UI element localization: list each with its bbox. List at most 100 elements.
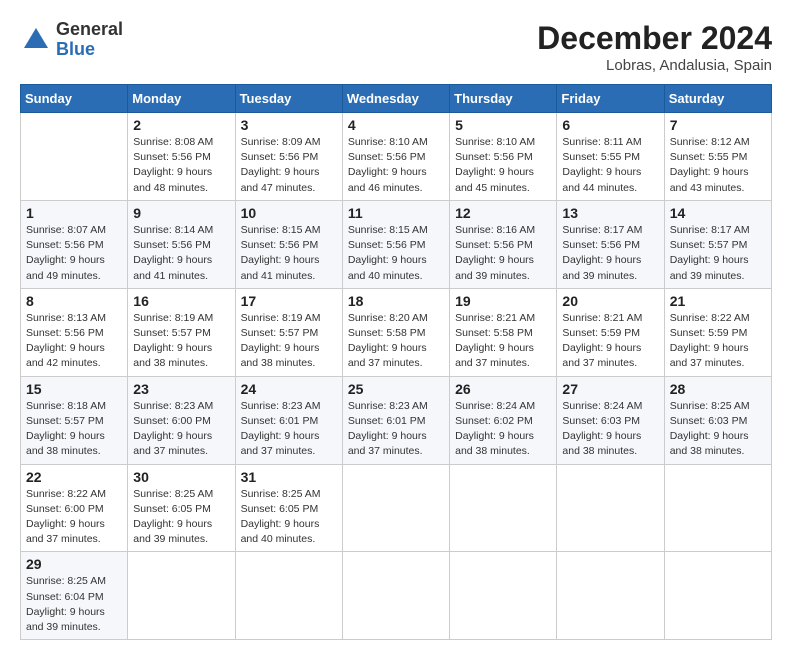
sunrise-text: Sunrise: 8:09 AM [241,136,321,148]
day-number: 5 [455,117,551,133]
day-info: Sunrise: 8:22 AM Sunset: 5:59 PM Dayligh… [670,311,766,372]
sunset-text: Sunset: 5:56 PM [562,239,640,251]
daylight-text: Daylight: 9 hours and 42 minutes. [26,342,105,369]
sunset-text: Sunset: 6:01 PM [241,415,319,427]
day-info: Sunrise: 8:10 AM Sunset: 5:56 PM Dayligh… [455,135,551,196]
table-row [557,552,664,640]
day-number: 12 [455,205,551,221]
table-row [342,464,449,552]
daylight-text: Daylight: 9 hours and 37 minutes. [455,342,534,369]
day-info: Sunrise: 8:20 AM Sunset: 5:58 PM Dayligh… [348,311,444,372]
day-info: Sunrise: 8:25 AM Sunset: 6:04 PM Dayligh… [26,574,122,635]
day-number: 24 [241,381,337,397]
day-info: Sunrise: 8:08 AM Sunset: 5:56 PM Dayligh… [133,135,229,196]
day-info: Sunrise: 8:19 AM Sunset: 5:57 PM Dayligh… [133,311,229,372]
sunrise-text: Sunrise: 8:24 AM [562,400,642,412]
day-number: 19 [455,293,551,309]
day-number: 17 [241,293,337,309]
table-row: 13 Sunrise: 8:17 AM Sunset: 5:56 PM Dayl… [557,200,664,288]
table-row: 14 Sunrise: 8:17 AM Sunset: 5:57 PM Dayl… [664,200,771,288]
daylight-text: Daylight: 9 hours and 37 minutes. [26,518,105,545]
sunset-text: Sunset: 5:56 PM [348,239,426,251]
table-row: 28 Sunrise: 8:25 AM Sunset: 6:03 PM Dayl… [664,376,771,464]
sunrise-text: Sunrise: 8:24 AM [455,400,535,412]
day-info: Sunrise: 8:23 AM Sunset: 6:01 PM Dayligh… [241,399,337,460]
daylight-text: Daylight: 9 hours and 40 minutes. [348,254,427,281]
sunset-text: Sunset: 6:03 PM [670,415,748,427]
table-row [664,464,771,552]
col-saturday: Saturday [664,85,771,113]
sunrise-text: Sunrise: 8:23 AM [241,400,321,412]
sunrise-text: Sunrise: 8:25 AM [133,488,213,500]
day-number: 27 [562,381,658,397]
sunset-text: Sunset: 5:55 PM [670,151,748,163]
sunset-text: Sunset: 5:57 PM [241,327,319,339]
daylight-text: Daylight: 9 hours and 38 minutes. [562,430,641,457]
day-info: Sunrise: 8:23 AM Sunset: 6:00 PM Dayligh… [133,399,229,460]
table-row: 27 Sunrise: 8:24 AM Sunset: 6:03 PM Dayl… [557,376,664,464]
table-row: 9 Sunrise: 8:14 AM Sunset: 5:56 PM Dayli… [128,200,235,288]
logo-text: General Blue [56,20,123,60]
day-number: 10 [241,205,337,221]
sunrise-text: Sunrise: 8:23 AM [348,400,428,412]
table-row: 22 Sunrise: 8:22 AM Sunset: 6:00 PM Dayl… [21,464,128,552]
table-row: 26 Sunrise: 8:24 AM Sunset: 6:02 PM Dayl… [450,376,557,464]
day-number: 11 [348,205,444,221]
sunrise-text: Sunrise: 8:12 AM [670,136,750,148]
daylight-text: Daylight: 9 hours and 45 minutes. [455,166,534,193]
sunrise-text: Sunrise: 8:25 AM [241,488,321,500]
table-row: 19 Sunrise: 8:21 AM Sunset: 5:58 PM Dayl… [450,288,557,376]
sunrise-text: Sunrise: 8:15 AM [348,224,428,236]
table-row: 15 Sunrise: 8:18 AM Sunset: 5:57 PM Dayl… [21,376,128,464]
table-row [450,552,557,640]
table-row: 12 Sunrise: 8:16 AM Sunset: 5:56 PM Dayl… [450,200,557,288]
table-row [128,552,235,640]
daylight-text: Daylight: 9 hours and 37 minutes. [348,430,427,457]
day-info: Sunrise: 8:24 AM Sunset: 6:03 PM Dayligh… [562,399,658,460]
daylight-text: Daylight: 9 hours and 48 minutes. [133,166,212,193]
day-number: 3 [241,117,337,133]
sunrise-text: Sunrise: 8:21 AM [562,312,642,324]
day-number: 1 [26,205,122,221]
table-row: 1 Sunrise: 8:07 AM Sunset: 5:56 PM Dayli… [21,200,128,288]
day-number: 23 [133,381,229,397]
daylight-text: Daylight: 9 hours and 39 minutes. [455,254,534,281]
day-number: 30 [133,469,229,485]
col-sunday: Sunday [21,85,128,113]
sunrise-text: Sunrise: 8:17 AM [670,224,750,236]
day-number: 29 [26,556,122,572]
sunrise-text: Sunrise: 8:25 AM [26,575,106,587]
daylight-text: Daylight: 9 hours and 47 minutes. [241,166,320,193]
sunset-text: Sunset: 5:57 PM [670,239,748,251]
table-row: 31 Sunrise: 8:25 AM Sunset: 6:05 PM Dayl… [235,464,342,552]
sunset-text: Sunset: 6:01 PM [348,415,426,427]
sunset-text: Sunset: 6:05 PM [241,503,319,515]
table-row [557,464,664,552]
day-number: 16 [133,293,229,309]
day-number: 20 [562,293,658,309]
table-row: 23 Sunrise: 8:23 AM Sunset: 6:00 PM Dayl… [128,376,235,464]
daylight-text: Daylight: 9 hours and 38 minutes. [455,430,534,457]
sunrise-text: Sunrise: 8:18 AM [26,400,106,412]
table-row: 20 Sunrise: 8:21 AM Sunset: 5:59 PM Dayl… [557,288,664,376]
sunset-text: Sunset: 5:56 PM [455,239,533,251]
month-year: December 2024 [537,20,772,57]
table-row: 18 Sunrise: 8:20 AM Sunset: 5:58 PM Dayl… [342,288,449,376]
col-wednesday: Wednesday [342,85,449,113]
day-info: Sunrise: 8:15 AM Sunset: 5:56 PM Dayligh… [241,223,337,284]
daylight-text: Daylight: 9 hours and 38 minutes. [241,342,320,369]
day-number: 28 [670,381,766,397]
sunset-text: Sunset: 5:56 PM [348,151,426,163]
sunrise-text: Sunrise: 8:21 AM [455,312,535,324]
day-info: Sunrise: 8:12 AM Sunset: 5:55 PM Dayligh… [670,135,766,196]
table-row: 2 Sunrise: 8:08 AM Sunset: 5:56 PM Dayli… [128,113,235,201]
sunrise-text: Sunrise: 8:08 AM [133,136,213,148]
col-thursday: Thursday [450,85,557,113]
sunrise-text: Sunrise: 8:22 AM [26,488,106,500]
day-info: Sunrise: 8:18 AM Sunset: 5:57 PM Dayligh… [26,399,122,460]
table-row: 5 Sunrise: 8:10 AM Sunset: 5:56 PM Dayli… [450,113,557,201]
day-number: 25 [348,381,444,397]
daylight-text: Daylight: 9 hours and 37 minutes. [348,342,427,369]
day-number: 31 [241,469,337,485]
day-info: Sunrise: 8:13 AM Sunset: 5:56 PM Dayligh… [26,311,122,372]
